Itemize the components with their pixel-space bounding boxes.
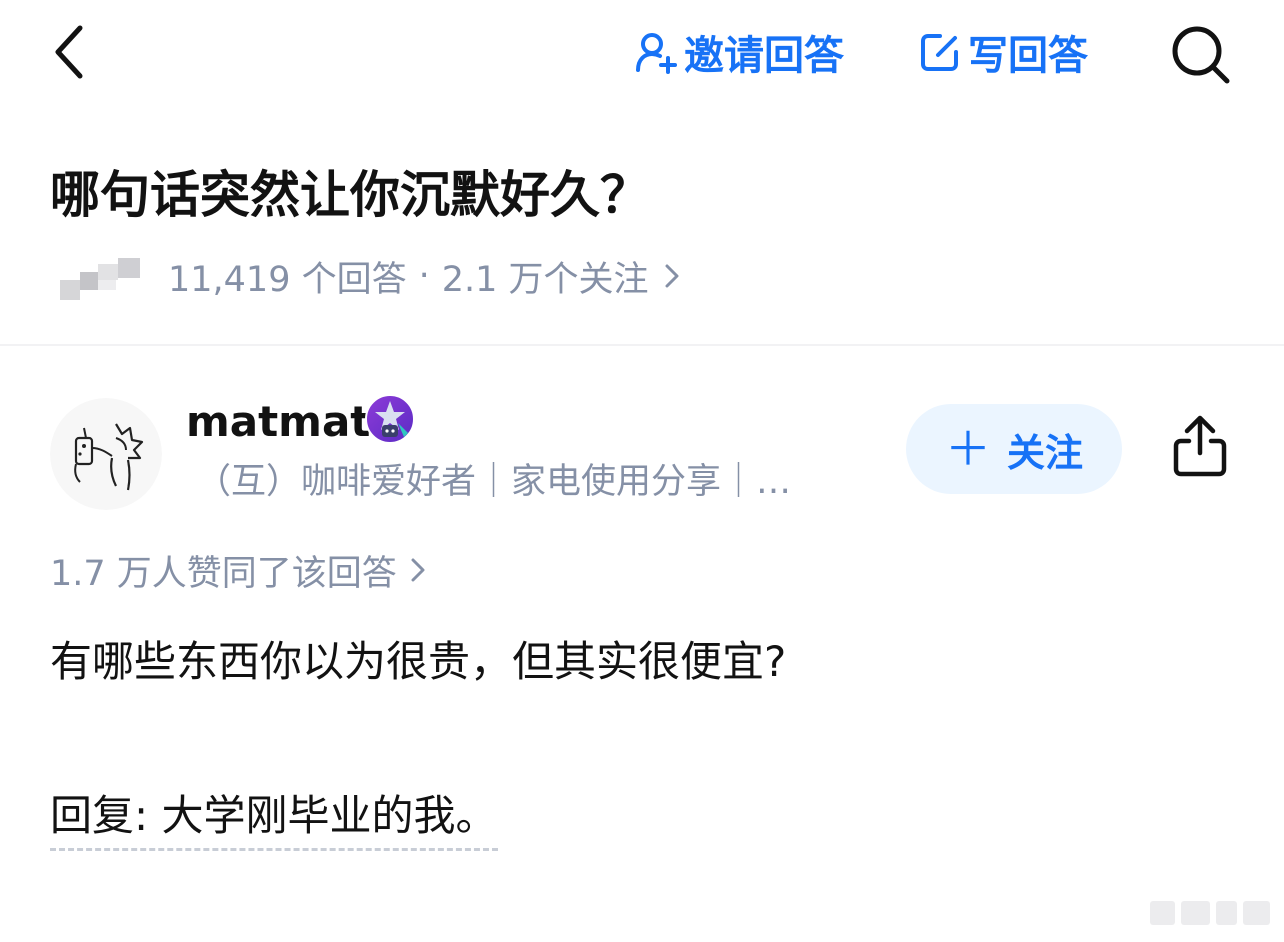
search-icon xyxy=(1172,26,1230,84)
back-button[interactable] xyxy=(40,22,96,82)
watermark xyxy=(1150,896,1270,930)
answer-paragraph: 有哪些东西你以为很贵，但其实很便宜? xyxy=(50,637,787,686)
question-title[interactable]: 哪句话突然让你沉默好久？ xyxy=(50,160,650,230)
search-button[interactable] xyxy=(1168,22,1234,88)
answer-paragraph[interactable]: 回复: 大学刚毕业的我。 xyxy=(50,786,498,851)
top-nav-bar: 邀请回答 写回答 xyxy=(0,0,1284,110)
follow-label: 关注 xyxy=(1006,430,1083,475)
meta-separator: · xyxy=(418,256,430,296)
follow-button[interactable]: ＋ 关注 xyxy=(906,404,1122,494)
vote-count-text: 1.7 万人赞同了该回答 xyxy=(50,553,397,594)
write-answer-label: 写回答 xyxy=(968,33,1088,79)
invite-answer-label: 邀请回答 xyxy=(684,33,844,79)
share-icon xyxy=(1173,415,1227,477)
plus-icon: ＋ xyxy=(944,422,991,476)
chevron-right-icon xyxy=(665,263,679,289)
section-divider xyxy=(0,344,1284,346)
question-stats[interactable]: 11,419 个回答 · 2.1 万个关注 xyxy=(168,248,679,304)
topic-thumbnail[interactable] xyxy=(60,258,142,302)
answer-count: 11,419 个回答 xyxy=(168,259,407,300)
write-answer-button[interactable]: 写回答 xyxy=(918,24,1088,80)
person-add-icon xyxy=(634,30,678,74)
author-bio: （互）咖啡爱好者｜家电使用分享｜… xyxy=(196,462,792,502)
edit-icon xyxy=(918,30,962,74)
share-button[interactable] xyxy=(1168,410,1232,482)
follower-count: 2.1 万个关注 xyxy=(441,259,649,300)
invite-answer-button[interactable]: 邀请回答 xyxy=(634,24,844,80)
chevron-right-icon xyxy=(411,557,425,583)
author-avatar[interactable] xyxy=(50,398,162,510)
chevron-left-icon xyxy=(55,25,83,79)
author-name[interactable]: matmat xyxy=(186,394,370,450)
vote-info[interactable]: 1.7 万人赞同了该回答 xyxy=(50,542,425,598)
star-badge-icon[interactable] xyxy=(364,393,416,445)
answer-page: 邀请回答 写回答 哪句话突然让你沉默好久？ 11,419 个回答 · 2.1 万… xyxy=(0,0,1284,942)
